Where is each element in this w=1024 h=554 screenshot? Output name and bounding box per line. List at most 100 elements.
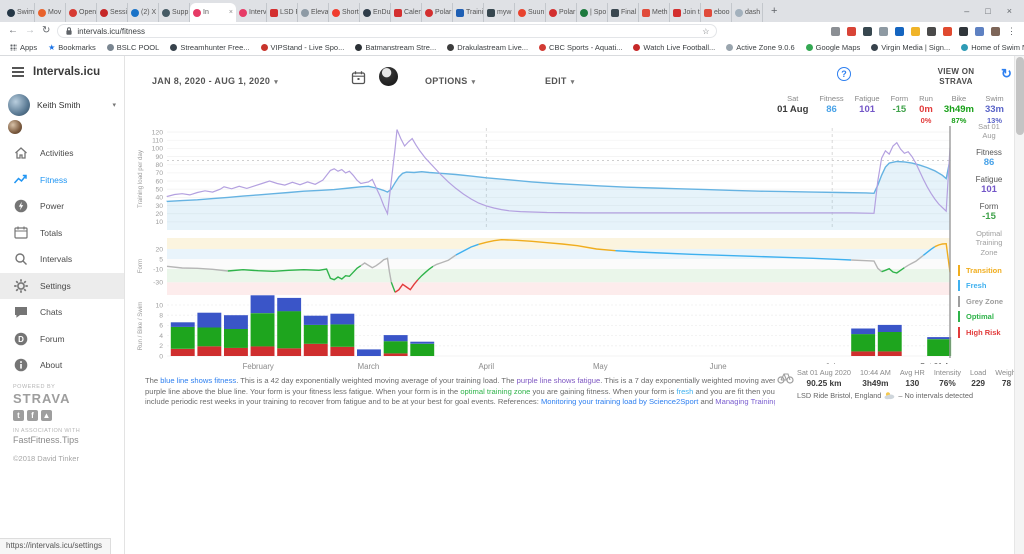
- browser-tab[interactable]: Supp: [159, 3, 190, 22]
- url-text: intervals.icu/fitness: [77, 26, 145, 36]
- browser-tab[interactable]: eboo: [701, 3, 732, 22]
- athlete-avatar[interactable]: [379, 67, 398, 86]
- extension-icon[interactable]: [879, 26, 888, 36]
- description-link[interactable]: fresh: [676, 387, 693, 396]
- extension-icon[interactable]: [927, 26, 936, 36]
- bookmark-item[interactable]: Drakulastream Live...: [447, 43, 528, 52]
- sidebar-item-forum[interactable]: D Forum: [0, 326, 124, 353]
- extension-icon[interactable]: [831, 26, 840, 36]
- close-icon[interactable]: ×: [1007, 6, 1012, 16]
- bookmark-item[interactable]: Batmanstream Stre...: [355, 43, 436, 52]
- strava-icon[interactable]: ▲: [41, 410, 52, 421]
- browser-tab[interactable]: Eleva: [298, 3, 329, 22]
- browser-tab[interactable]: Polar: [422, 3, 453, 22]
- description-link[interactable]: blue line shows fitness: [160, 376, 236, 385]
- scrollbar-thumb[interactable]: [1016, 57, 1024, 135]
- browser-tab[interactable]: Interv: [236, 3, 267, 22]
- sidebar-item-activities[interactable]: Activities: [0, 140, 124, 167]
- browser-tab[interactable]: Final: [608, 3, 639, 22]
- sidebar-item-power[interactable]: Power: [0, 193, 124, 220]
- browser-tab[interactable]: Calen: [391, 3, 422, 22]
- browser-tab[interactable]: Short: [329, 3, 360, 22]
- bookmark-item[interactable]: Virgin Media | Sign...: [871, 43, 950, 52]
- view-on-strava-link[interactable]: VIEW ON STRAVA: [918, 67, 994, 88]
- url-box[interactable]: intervals.icu/fitness ☆: [57, 24, 718, 38]
- fitness-charts[interactable]: 102030405060708090100110120Training load…: [135, 118, 960, 376]
- sidebar-item-about[interactable]: About: [0, 352, 124, 379]
- extension-icon[interactable]: [943, 26, 952, 36]
- browser-tab[interactable]: Mov: [35, 3, 66, 22]
- secondary-avatar[interactable]: [8, 120, 22, 134]
- extension-icon[interactable]: [895, 26, 904, 36]
- extension-icon[interactable]: [911, 26, 920, 36]
- hamburger-menu-icon[interactable]: [12, 71, 24, 73]
- activity-panel[interactable]: Sat 01 Aug 2020 90.25 km 10:44 AM 3h49m Avg …: [775, 364, 1023, 408]
- user-menu[interactable]: Keith Smith ▾: [0, 86, 124, 118]
- facebook-icon[interactable]: f: [27, 410, 38, 421]
- bookmark-item[interactable]: CBC Sports - Aquati...: [539, 43, 622, 52]
- sidebar-item-chats[interactable]: Chats: [0, 299, 124, 326]
- browser-tab[interactable]: Polar: [546, 3, 577, 22]
- browser-tab[interactable]: Suun: [515, 3, 546, 22]
- browser-tab[interactable]: Open: [66, 3, 97, 22]
- refresh-icon[interactable]: ↻: [1001, 66, 1012, 82]
- description-link[interactable]: purple line shows fatigue: [517, 376, 601, 385]
- browser-tab[interactable]: Join t: [670, 3, 701, 22]
- edit-button[interactable]: EDIT ▾: [545, 76, 575, 86]
- sidebar-item-totals[interactable]: Totals: [0, 220, 124, 247]
- maximize-icon[interactable]: □: [985, 6, 990, 16]
- browser-tab[interactable]: In ×: [190, 3, 236, 22]
- power-icon: [13, 198, 29, 214]
- social-icons: t f ▲: [13, 410, 80, 421]
- sidebar-item-fitness[interactable]: Fitness: [0, 167, 124, 194]
- browser-menu-icon[interactable]: ⋮: [1007, 26, 1016, 37]
- association-name[interactable]: FastFitness.Tips: [13, 435, 80, 445]
- bookmark-star-icon[interactable]: ☆: [702, 27, 709, 36]
- description-link[interactable]: optimal training zone: [460, 387, 530, 396]
- bookmark-item[interactable]: Streamhunter Free...: [170, 43, 250, 52]
- browser-tab[interactable]: (2) X: [128, 3, 159, 22]
- browser-tab[interactable]: Traini: [453, 3, 484, 22]
- browser-tab[interactable]: | Spo: [577, 3, 608, 22]
- bar-swim: [170, 322, 195, 327]
- back-icon[interactable]: ←: [8, 26, 18, 36]
- page-scrollbar[interactable]: [1014, 56, 1024, 554]
- extension-icon[interactable]: [991, 26, 1000, 36]
- svg-text:50: 50: [155, 187, 163, 194]
- calendar-button[interactable]: [351, 70, 366, 87]
- minimize-icon[interactable]: –: [964, 6, 969, 16]
- description-link[interactable]: Monitoring your training load by Science…: [541, 397, 698, 406]
- sidebar-item-settings[interactable]: Settings: [0, 272, 124, 299]
- extension-icon[interactable]: [959, 26, 968, 36]
- help-icon[interactable]: ?: [837, 67, 851, 81]
- bookmark-item[interactable]: ★ Bookmarks: [48, 43, 96, 52]
- twitter-icon[interactable]: t: [13, 410, 24, 421]
- bookmark-item[interactable]: Watch Live Football...: [633, 43, 715, 52]
- bar-bike: [277, 311, 302, 349]
- bookmark-item[interactable]: Google Maps: [805, 43, 860, 52]
- bookmark-item[interactable]: VIPStand - Live Spo...: [260, 43, 344, 52]
- date-range-button[interactable]: JAN 8, 2020 - AUG 1, 2020 ▾: [152, 76, 278, 86]
- reload-icon[interactable]: ↻: [42, 26, 50, 36]
- extension-icon[interactable]: [863, 26, 872, 36]
- tab-close-icon[interactable]: ×: [229, 9, 233, 16]
- apps-shortcut[interactable]: Apps: [10, 43, 37, 52]
- extension-icon[interactable]: [847, 26, 856, 36]
- bookmark-item[interactable]: Active Zone 9.0.6: [726, 43, 795, 52]
- browser-tab[interactable]: Swim: [4, 3, 35, 22]
- options-button[interactable]: OPTIONS ▾: [425, 76, 475, 86]
- bookmark-item[interactable]: BSLC POOL: [106, 43, 159, 52]
- browser-tab[interactable]: LSD F: [267, 3, 298, 22]
- bookmark-item[interactable]: Home of Swim New...: [961, 43, 1024, 52]
- browser-tab[interactable]: dash: [732, 3, 763, 22]
- browser-tab[interactable]: EnDu: [360, 3, 391, 22]
- browser-tab[interactable]: Sessi: [97, 3, 128, 22]
- sidebar-item-intervals[interactable]: Intervals: [0, 246, 124, 273]
- browser-tab[interactable]: myw: [484, 3, 515, 22]
- activity-stat-label: Sat 01 Aug 2020: [797, 368, 851, 377]
- strava-logo[interactable]: STRAVA: [13, 391, 80, 406]
- browser-tab[interactable]: Meth: [639, 3, 670, 22]
- forward-icon[interactable]: →: [25, 26, 35, 36]
- new-tab-button[interactable]: +: [763, 5, 785, 17]
- extension-icon[interactable]: [975, 26, 984, 36]
